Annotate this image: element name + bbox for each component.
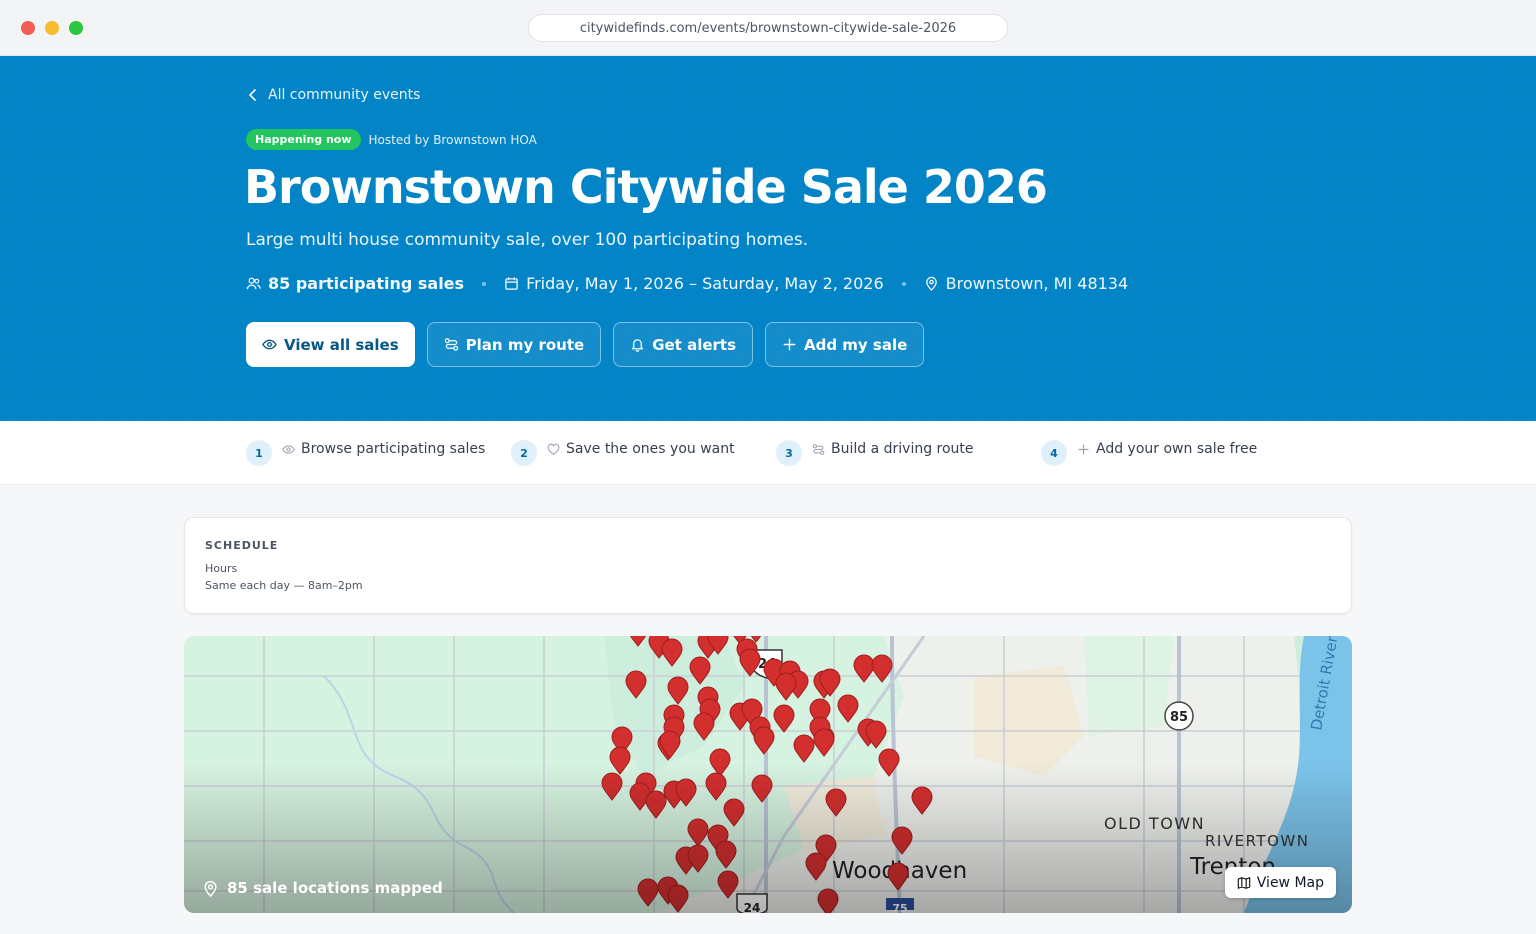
- view-map-button[interactable]: View Map: [1224, 867, 1336, 898]
- step-browse: 1 Browse participating sales: [246, 440, 485, 466]
- meta-separator: [901, 281, 906, 286]
- eye-icon: [282, 444, 295, 454]
- get-alerts-button[interactable]: Get alerts: [613, 322, 753, 367]
- meta-separator: [482, 281, 487, 286]
- status-row: Happening now Hosted by Brownstown HOA: [246, 129, 537, 150]
- step-label: Browse participating sales: [301, 441, 486, 457]
- schedule-card: SCHEDULE Hours Same each day — 8am–2pm: [184, 517, 1352, 614]
- route-24-shield-bottom: 24: [736, 893, 768, 913]
- route-icon: [812, 443, 825, 455]
- chevron-left-icon: [248, 89, 256, 101]
- bell-icon: [632, 339, 644, 352]
- status-badge: Happening now: [246, 129, 361, 150]
- rivertown-label: RIVERTOWN: [1205, 832, 1309, 850]
- eye-icon: [262, 339, 277, 350]
- map-caption: 85 sale locations mapped: [202, 879, 443, 897]
- route-85-label: 85: [1170, 710, 1188, 725]
- old-town-label: OLD TOWN: [1104, 814, 1205, 833]
- page-title: Brownstown Citywide Sale 2026: [244, 160, 1048, 214]
- address-bar[interactable]: citywidefinds.com/events/brownstown-city…: [528, 14, 1008, 42]
- heart-icon: [547, 443, 560, 455]
- maximize-window-button[interactable]: [69, 21, 83, 35]
- step-number: 4: [1041, 440, 1067, 466]
- plan-route-label: Plan my route: [465, 335, 585, 354]
- add-my-sale-label: Add my sale: [804, 335, 908, 354]
- back-link-label: All community events: [268, 87, 421, 103]
- route-icon: [444, 338, 458, 351]
- event-location: Brownstown, MI 48134: [945, 274, 1129, 293]
- back-to-events-link[interactable]: All community events: [246, 87, 420, 103]
- map-base: 24 85 24 75 OLD TOWN RIVERTOWN Woodhaven…: [184, 636, 1352, 913]
- close-window-button[interactable]: [21, 21, 35, 35]
- add-my-sale-button[interactable]: Add my sale: [765, 322, 925, 367]
- view-map-label: View Map: [1256, 874, 1324, 891]
- minimize-window-button[interactable]: [45, 21, 59, 35]
- route-24-bottom-label: 24: [744, 901, 761, 913]
- map-caption-text: 85 sale locations mapped: [227, 879, 443, 897]
- view-all-sales-button[interactable]: View all sales: [246, 322, 415, 367]
- browser-chrome: citywidefinds.com/events/brownstown-city…: [0, 0, 1536, 56]
- step-number: 2: [511, 440, 537, 466]
- view-all-sales-label: View all sales: [284, 335, 399, 354]
- schedule-heading: SCHEDULE: [205, 539, 279, 552]
- route-75-label: 75: [892, 902, 907, 913]
- dates-info: Friday, May 1, 2026 – Saturday, May 2, 2…: [504, 274, 884, 293]
- location-info: Brownstown, MI 48134: [924, 274, 1129, 293]
- step-label: Add your own sale free: [1096, 441, 1258, 457]
- plus-icon: [1078, 443, 1089, 455]
- host-label: Hosted by Brownstown HOA: [368, 132, 537, 147]
- users-icon: [246, 277, 261, 290]
- step-label: Save the ones you want: [566, 441, 735, 457]
- participants-info: 85 participating sales: [246, 274, 464, 293]
- event-hero: All community events Happening now Hoste…: [0, 56, 1536, 421]
- plan-route-button[interactable]: Plan my route: [426, 322, 602, 367]
- step-route: 3 Build a driving route: [776, 440, 974, 466]
- event-dates: Friday, May 1, 2026 – Saturday, May 2, 2…: [526, 274, 884, 293]
- hours-value: Same each day — 8am–2pm: [205, 579, 363, 592]
- plus-icon: [783, 338, 796, 351]
- step-save: 2 Save the ones you want: [511, 440, 735, 466]
- event-description: Large multi house community sale, over 1…: [246, 230, 809, 250]
- how-it-works-strip: 1 Browse participating sales 2 Save the …: [0, 421, 1536, 485]
- participants-count: 85 participating sales: [268, 274, 465, 293]
- step-label: Build a driving route: [831, 441, 974, 457]
- get-alerts-label: Get alerts: [652, 335, 736, 354]
- hours-label: Hours: [205, 562, 238, 575]
- step-number: 1: [246, 440, 272, 466]
- event-meta: 85 participating sales Friday, May 1, 20…: [246, 274, 1128, 293]
- map-icon: [1237, 876, 1251, 889]
- calendar-icon: [505, 277, 518, 290]
- step-add: 4 Add your own sale free: [1041, 440, 1257, 466]
- map-pin-icon: [925, 276, 937, 291]
- map-pin-icon: [204, 880, 217, 897]
- route-85-shield: 85: [1164, 701, 1194, 731]
- step-number: 3: [776, 440, 802, 466]
- hero-actions: View all sales Plan my route Get alerts …: [246, 322, 925, 367]
- sales-map-preview[interactable]: 24 85 24 75 OLD TOWN RIVERTOWN Woodhaven…: [184, 636, 1352, 913]
